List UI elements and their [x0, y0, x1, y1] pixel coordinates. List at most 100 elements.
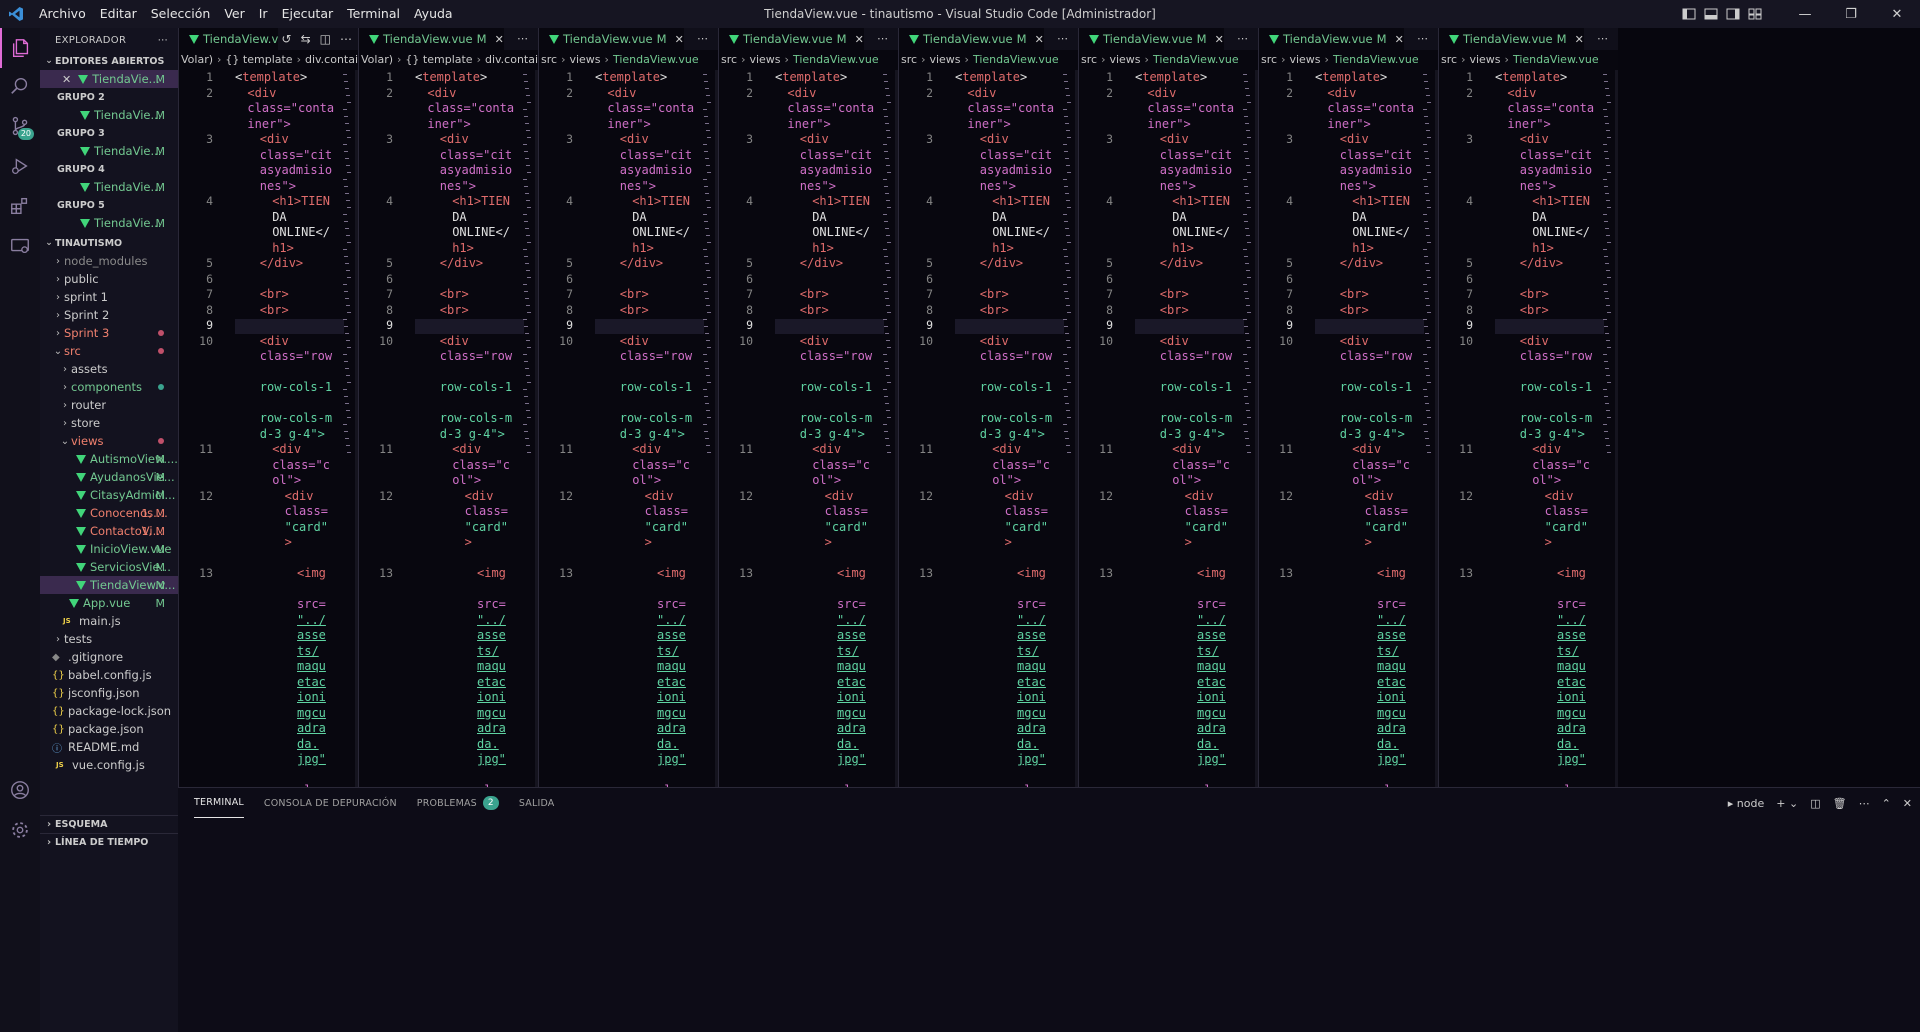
breadcrumb-item[interactable]: div.container [485, 53, 538, 66]
vertical-scrollbar[interactable] [1615, 70, 1618, 787]
more-actions-icon[interactable]: ⋯ [697, 28, 708, 50]
folder-item[interactable]: › store [40, 414, 178, 432]
editor-tab[interactable]: TiendaView.vue M ✕ [1079, 28, 1224, 50]
close-tab-icon[interactable]: ✕ [855, 33, 864, 46]
close-tab-icon[interactable]: ✕ [1395, 33, 1404, 46]
minimap[interactable] [1063, 70, 1075, 787]
breadcrumb-item[interactable]: views [1289, 53, 1320, 66]
minimap[interactable] [1603, 70, 1615, 787]
breadcrumb-item[interactable]: views [749, 53, 780, 66]
breadcrumb-item[interactable]: TiendaView.vue [1153, 53, 1239, 66]
close-tab-icon[interactable]: ✕ [1215, 33, 1224, 46]
breadcrumb-item[interactable]: src [721, 53, 737, 66]
breadcrumb-item[interactable]: Volar) [181, 53, 213, 66]
file-item[interactable]: {} package.json [40, 720, 178, 738]
panel-tab-terminal[interactable]: TERMINAL [194, 788, 244, 818]
file-item[interactable]: {} package-lock.json [40, 702, 178, 720]
breadcrumb-item[interactable]: src [901, 53, 917, 66]
minimap[interactable] [883, 70, 895, 787]
restore-icon[interactable]: ❐ [1828, 0, 1874, 28]
menu-ir[interactable]: Ir [252, 0, 275, 28]
breadcrumb-item[interactable]: src [541, 53, 557, 66]
breadcrumb-item[interactable]: TiendaView.vue [1513, 53, 1599, 66]
minimap[interactable] [1423, 70, 1435, 787]
breadcrumb-item[interactable]: views [569, 53, 600, 66]
minimap[interactable] [523, 70, 535, 787]
code-editor[interactable]: 1 <template> 2 <div class="conta iner"> 3 <div c… [179, 70, 358, 787]
editor-tab[interactable]: TiendaView.v [179, 28, 279, 50]
menu-ayuda[interactable]: Ayuda [407, 0, 460, 28]
compare-changes-icon[interactable]: ⇆ [301, 28, 311, 50]
accounts-icon[interactable] [0, 770, 40, 810]
split-terminal-icon[interactable]: ◫ [1810, 797, 1820, 810]
toggle-secondary-sidebar-icon[interactable] [1722, 0, 1744, 28]
timeline-section[interactable]: › LÍNEA DE TIEMPO [40, 833, 178, 851]
search-icon[interactable] [0, 66, 40, 106]
customize-layout-icon[interactable] [1744, 0, 1766, 28]
code-editor[interactable]: 1 <template> 2 <div class="conta iner"> 3 <div c… [359, 70, 538, 787]
menu-terminal[interactable]: Terminal [340, 0, 407, 28]
toggle-primary-sidebar-icon[interactable] [1678, 0, 1700, 28]
minimize-icon[interactable]: — [1782, 0, 1828, 28]
file-item[interactable]: ContactoVi... 1, M [40, 522, 178, 540]
open-editors-section[interactable]: ⌄ EDITORES ABIERTOS [40, 52, 178, 70]
editor-tab[interactable]: TiendaView.vue M ✕ [1259, 28, 1404, 50]
panel-tab-output[interactable]: SALIDA [519, 788, 555, 818]
open-editor-item[interactable]: TiendaVie... M [40, 214, 178, 232]
open-editor-item[interactable]: TiendaVie... M [40, 178, 178, 196]
close-tab-icon[interactable]: ✕ [675, 33, 684, 46]
menu-editar[interactable]: Editar [93, 0, 144, 28]
close-tab-icon[interactable]: ✕ [495, 33, 504, 46]
code-editor[interactable]: 1 <template> 2 <div class="conta iner"> 3 <div c… [1079, 70, 1258, 787]
split-editor-icon[interactable]: ◫ [320, 28, 331, 50]
more-actions-icon[interactable]: ⋯ [1057, 28, 1068, 50]
menu-seleccion[interactable]: Selección [144, 0, 218, 28]
folder-item[interactable]: › assets [40, 360, 178, 378]
minimap[interactable] [703, 70, 715, 787]
code-editor[interactable]: 1 <template> 2 <div class="conta iner"> 3 <div c… [719, 70, 898, 787]
file-item[interactable]: ⓘ README.md [40, 738, 178, 756]
file-item[interactable]: App.vue M [40, 594, 178, 612]
source-control-icon[interactable]: 20 [0, 106, 40, 146]
code-editor[interactable]: 1 <template> 2 <div class="conta iner"> 3 <div c… [1259, 70, 1438, 787]
breadcrumb-item[interactable]: src [1441, 53, 1457, 66]
breadcrumb-item[interactable]: {} template [225, 53, 292, 66]
maximize-panel-icon[interactable]: ⌃ [1882, 797, 1891, 810]
file-item[interactable]: JS vue.config.js [40, 756, 178, 774]
close-window-icon[interactable]: ✕ [1874, 0, 1920, 28]
timeline-icon[interactable]: ↺ [282, 28, 292, 50]
panel-tab-debug-console[interactable]: CONSOLA DE DEPURACIÓN [264, 788, 397, 818]
folder-item[interactable]: › tests [40, 630, 178, 648]
more-actions-icon[interactable]: ⋯ [877, 28, 888, 50]
folder-item[interactable]: › sprint 1 [40, 288, 178, 306]
project-section[interactable]: ⌄ TINAUTISMO [40, 234, 178, 252]
toggle-panel-icon[interactable] [1700, 0, 1722, 28]
breadcrumb-item[interactable]: TiendaView.vue [613, 53, 699, 66]
run-debug-icon[interactable] [0, 146, 40, 186]
outline-section[interactable]: › ESQUEMA [40, 815, 178, 833]
code-editor[interactable]: 1 <template> 2 <div class="conta iner"> 3 <div c… [899, 70, 1078, 787]
folder-item[interactable]: › node_modules [40, 252, 178, 270]
close-tab-icon[interactable]: ✕ [1035, 33, 1044, 46]
file-item[interactable]: {} babel.config.js [40, 666, 178, 684]
open-editor-item[interactable]: TiendaVie... M [40, 142, 178, 160]
folder-item[interactable]: › components [40, 378, 178, 396]
breadcrumb-item[interactable]: src [1081, 53, 1097, 66]
close-tab-icon[interactable]: ✕ [1575, 33, 1584, 46]
file-item[interactable]: TiendaView.v... M [40, 576, 178, 594]
file-item[interactable]: CitasyAdmici... M [40, 486, 178, 504]
more-actions-icon[interactable]: ⋯ [1417, 28, 1428, 50]
new-terminal-icon[interactable]: + ⌄ [1776, 797, 1798, 810]
panel-tab-problems[interactable]: PROBLEMAS 2 [417, 788, 499, 818]
file-item[interactable]: JS main.js [40, 612, 178, 630]
breadcrumb-item[interactable]: views [1469, 53, 1500, 66]
open-editor-item[interactable]: ✕ TiendaVie... M [40, 70, 178, 88]
settings-gear-icon[interactable] [0, 810, 40, 850]
folder-item[interactable]: › router [40, 396, 178, 414]
file-item[interactable]: InicioView.vue M [40, 540, 178, 558]
trash-icon[interactable]: 🗑 [1833, 797, 1847, 810]
breadcrumb-item[interactable]: TiendaView.vue [1333, 53, 1419, 66]
extensions-icon[interactable] [0, 186, 40, 226]
folder-item[interactable]: ⌄ src [40, 342, 178, 360]
breadcrumb-item[interactable]: div.container [305, 53, 358, 66]
